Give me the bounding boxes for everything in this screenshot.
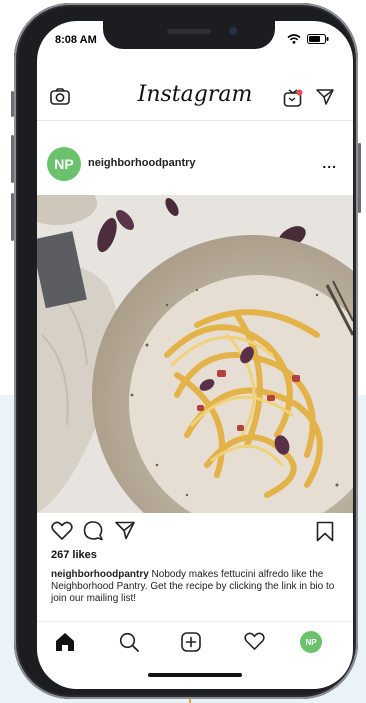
home-indicator[interactable] — [148, 673, 242, 677]
more-options-icon[interactable]: ... — [322, 155, 337, 171]
search-icon[interactable] — [119, 632, 139, 657]
volume-up-button — [11, 135, 14, 183]
notch — [103, 21, 275, 49]
status-time: 8:08 AM — [55, 34, 97, 46]
post-caption: neighborhoodpantry Nobody makes fettucin… — [51, 569, 343, 605]
instagram-logo: Instagram — [137, 82, 253, 107]
bookmark-icon[interactable] — [316, 521, 334, 547]
comment-icon[interactable] — [83, 521, 103, 546]
instagram-header: Instagram — [37, 76, 353, 121]
home-icon[interactable] — [55, 632, 75, 657]
speaker-grille — [167, 29, 211, 34]
post-avatar[interactable]: NP — [47, 147, 81, 181]
heart-icon[interactable] — [51, 521, 73, 546]
igtv-icon[interactable] — [283, 88, 303, 113]
power-button — [358, 143, 361, 213]
mute-switch — [11, 91, 14, 117]
post-header: NP neighborhoodpantry ... — [37, 141, 353, 195]
volume-down-button — [11, 193, 14, 241]
add-post-icon[interactable] — [181, 632, 201, 657]
pasta-photo-illustration — [37, 195, 353, 513]
post-username[interactable]: neighborhoodpantry — [88, 157, 196, 169]
caption-username[interactable]: neighborhoodpantry — [51, 569, 149, 580]
activity-heart-icon[interactable] — [244, 632, 265, 656]
likes-count[interactable]: 267 likes — [51, 549, 97, 561]
profile-avatar[interactable]: NP — [300, 631, 322, 653]
post-actions — [37, 519, 353, 545]
post-photo[interactable] — [37, 195, 353, 513]
share-icon[interactable] — [115, 521, 135, 545]
front-camera — [229, 27, 237, 35]
tab-bar: NP — [37, 621, 353, 662]
status-icons — [287, 34, 329, 44]
wifi-icon — [287, 34, 301, 44]
phone-screen: 8:08 AM Instagram NP neighborhoodpantry … — [37, 21, 353, 689]
battery-icon — [307, 34, 329, 44]
direct-message-icon[interactable] — [316, 88, 334, 111]
